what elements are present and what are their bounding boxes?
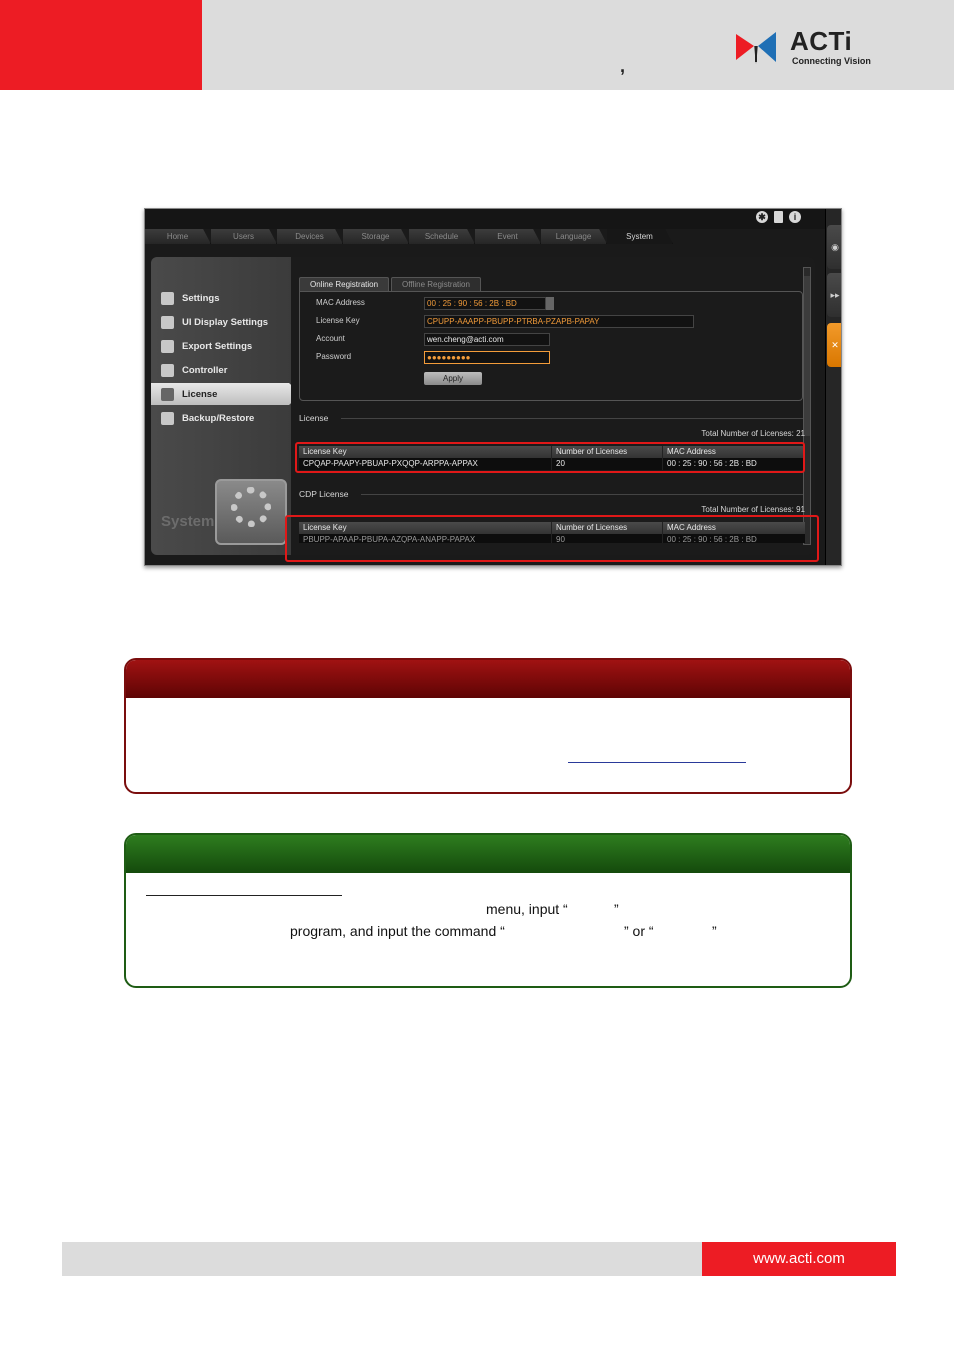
license-key-label: License Key <box>316 316 360 325</box>
registration-tabs: Online Registration Offline Registration <box>299 277 481 291</box>
export-icon <box>161 339 174 353</box>
mac-address-select[interactable]: 00 : 25 : 90 : 56 : 2B : BD <box>424 297 554 310</box>
sidebar-item-label: License <box>182 388 218 400</box>
tip-text-quote-end: ” <box>712 923 717 939</box>
scrollbar-thumb[interactable] <box>804 276 810 436</box>
account-label: Account <box>316 334 345 343</box>
tab-users[interactable]: Users <box>211 229 277 244</box>
password-field[interactable]: ●●●●●●●●● <box>424 351 550 364</box>
forward-icon[interactable]: ▸▸ <box>827 273 841 317</box>
tip-text-program-command: program, and input the command “ <box>290 923 505 939</box>
license-section-title: License <box>299 413 329 423</box>
sidebar-item-label: UI Display Settings <box>182 316 269 328</box>
tab-system[interactable]: System <box>607 229 673 244</box>
sidebar-item-label: Backup/Restore <box>182 412 255 424</box>
section-divider <box>361 494 803 495</box>
cdp-section-title: CDP License <box>299 489 349 499</box>
right-rail: ◉ ▸▸ ✕ <box>825 209 841 565</box>
underlined-heading-line <box>146 895 342 896</box>
folder-icon <box>161 411 174 425</box>
sidebar-section-title: System <box>161 513 215 530</box>
sidebar-item-ui-display-settings[interactable]: UI Display Settings <box>151 311 301 333</box>
system-sidebar: Settings UI Display Settings Export Sett… <box>151 257 301 555</box>
license-key-field[interactable]: CPUPP-AAAPP-PBUPP-PTRBA-PZAPB-PAPAY <box>424 315 694 328</box>
password-label: Password <box>316 352 352 361</box>
document-icon[interactable] <box>774 211 783 223</box>
gear-icon <box>231 487 271 527</box>
top-bar: ✱ i <box>145 209 825 229</box>
highlight-box <box>295 442 805 473</box>
logo-wordmark: ACTi <box>790 26 853 56</box>
tip-text-or: ” or “ <box>624 923 654 939</box>
registration-form: MAC Address 00 : 25 : 90 : 56 : 2B : BD … <box>299 291 803 401</box>
tab-home[interactable]: Home <box>145 229 211 244</box>
mac-address-value: 00 : 25 : 90 : 56 : 2B : BD <box>427 299 517 308</box>
joystick-icon <box>161 363 174 377</box>
note-callout-header <box>126 660 850 698</box>
highlight-box <box>285 515 819 562</box>
footer-url[interactable]: www.acti.com <box>702 1242 896 1276</box>
gear-icon[interactable]: ✱ <box>756 211 768 223</box>
nav-tabs: Home Users Devices Storage Schedule Even… <box>145 229 673 244</box>
tab-schedule[interactable]: Schedule <box>409 229 475 244</box>
chevron-down-icon[interactable] <box>546 297 554 310</box>
sidebar-item-controller[interactable]: Controller <box>151 359 301 381</box>
tip-callout: menu, input “ ” program, and input the c… <box>124 833 852 988</box>
tip-text-quote-close: ” <box>614 901 619 917</box>
tab-storage[interactable]: Storage <box>343 229 409 244</box>
account-field[interactable]: wen.cheng@acti.com <box>424 333 550 346</box>
sidebar-item-export-settings[interactable]: Export Settings <box>151 335 301 357</box>
sidebar-item-settings[interactable]: Settings <box>151 287 301 309</box>
vertical-scrollbar[interactable] <box>803 267 811 545</box>
document-page: , ACTi Connecting Vision ✱ i Home Users … <box>0 0 954 1350</box>
tip-callout-header <box>126 835 850 873</box>
mac-address-label: MAC Address <box>316 298 365 307</box>
sidebar-item-label: Controller <box>182 364 228 376</box>
section-divider <box>341 418 803 419</box>
tab-offline-registration[interactable]: Offline Registration <box>391 277 481 291</box>
app-screenshot: ✱ i Home Users Devices Storage Schedule … <box>144 208 842 566</box>
cdp-license-total: Total Number of Licenses: 91 <box>701 505 805 514</box>
info-icon[interactable]: i <box>789 211 801 223</box>
footer-band: www.acti.com <box>62 1242 896 1276</box>
note-callout <box>124 658 852 794</box>
tab-devices[interactable]: Devices <box>277 229 343 244</box>
tab-online-registration[interactable]: Online Registration <box>299 277 390 291</box>
logo-tagline: Connecting Vision <box>792 56 871 66</box>
display-icon <box>161 315 174 329</box>
tip-text-menu-input: menu, input “ <box>486 901 568 917</box>
sidebar-item-label: Settings <box>182 292 220 304</box>
header-red-block <box>0 0 202 90</box>
system-monitor-icon <box>215 479 287 545</box>
eye-icon[interactable]: ◉ <box>827 225 841 269</box>
license-total: Total Number of Licenses: 21 <box>701 429 805 438</box>
key-icon <box>161 387 174 401</box>
acti-logo: ACTi Connecting Vision <box>732 26 872 68</box>
butterfly-icon <box>736 32 776 64</box>
sidebar-item-license[interactable]: License <box>151 383 301 405</box>
sidebar-item-backup-restore[interactable]: Backup/Restore <box>151 407 301 429</box>
header-comma: , <box>620 56 626 76</box>
tools-icon[interactable]: ✕ <box>827 323 841 367</box>
tab-event[interactable]: Event <box>475 229 541 244</box>
apply-button[interactable]: Apply <box>424 372 482 385</box>
hyperlink-underline[interactable] <box>568 762 746 763</box>
gear-icon <box>161 291 174 305</box>
tab-language[interactable]: Language <box>541 229 607 244</box>
sidebar-item-label: Export Settings <box>182 340 253 352</box>
